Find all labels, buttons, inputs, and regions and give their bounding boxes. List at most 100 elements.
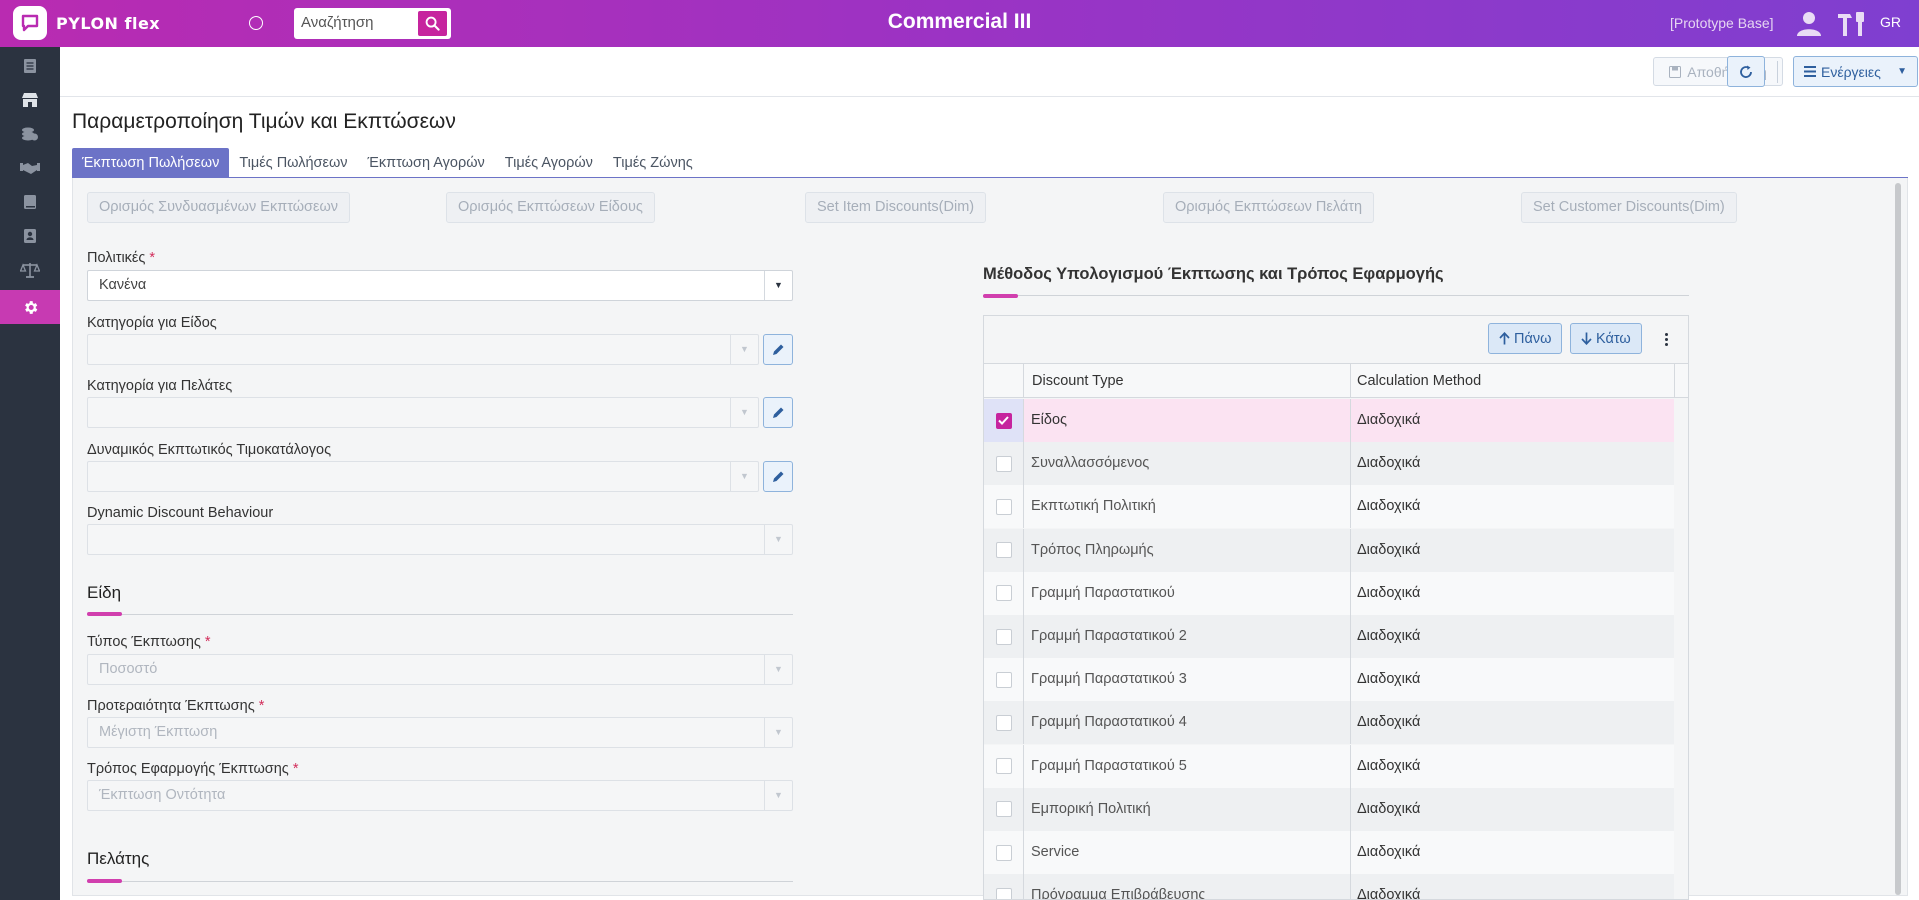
table-row[interactable]: Είδος Διαδοχικά (984, 399, 1674, 442)
row-select-cell[interactable] (984, 831, 1024, 874)
pencil-icon (772, 344, 783, 355)
row-checkbox[interactable] (995, 887, 1012, 899)
sidebar-item-partners[interactable] (0, 151, 60, 185)
cell-discount-type: Γραμμή Παραστατικού 3 (1031, 671, 1187, 688)
cell-discount-type: Τρόπος Πληρωμής (1031, 541, 1154, 558)
gear-icon (24, 300, 37, 314)
customer-discounts-button[interactable]: Ορισμός Εκπτώσεων Πελάτη (1163, 192, 1375, 223)
tab-purchase-prices[interactable]: Τιμές Αγορών (495, 148, 603, 178)
language-selector[interactable]: GR (1880, 14, 1901, 30)
row-checkbox[interactable] (995, 844, 1012, 861)
tab-sales-prices[interactable]: Τιμές Πωλήσεων (229, 148, 357, 178)
row-select-cell[interactable] (984, 399, 1024, 442)
sidebar-item-contacts[interactable] (0, 219, 60, 253)
sidebar-item-store[interactable] (0, 83, 60, 117)
combined-discounts-button[interactable]: Ορισμός Συνδυασμένων Εκπτώσεων (87, 192, 351, 223)
row-select-cell[interactable] (984, 571, 1024, 615)
row-checkbox[interactable] (995, 455, 1012, 472)
table-row[interactable]: Γραμμή Παραστατικού 3 Διαδοχικά (984, 658, 1674, 702)
edit-item-category-button[interactable] (763, 334, 793, 365)
tab-purchase-discount[interactable]: Έκπτωση Αγορών (358, 148, 495, 178)
chevron-down-icon: ▼ (730, 462, 758, 491)
edit-dynamic-pricelist-button[interactable] (763, 461, 793, 492)
table-row[interactable]: Πρόγραμμα Επιβράβευσης Διαδοχικά (984, 874, 1674, 900)
row-select-cell[interactable] (984, 744, 1024, 788)
dynamic-behaviour-label: Dynamic Discount Behaviour (87, 505, 274, 521)
tools-icon[interactable] (1836, 10, 1870, 40)
col-header-discount-type[interactable]: Discount Type (1032, 373, 1124, 389)
row-select-cell[interactable] (984, 485, 1024, 529)
dynamic-behaviour-select[interactable]: ▼ (87, 524, 793, 555)
logo-icon (13, 6, 47, 40)
row-checkbox[interactable] (995, 585, 1012, 602)
search-input[interactable] (294, 8, 414, 37)
table-row[interactable]: Γραμμή Παραστατικού 4 Διαδοχικά (984, 701, 1674, 745)
row-select-cell[interactable] (984, 658, 1024, 702)
cell-calc-method: Διαδοχικά (1357, 671, 1421, 688)
more-options-icon[interactable] (1658, 328, 1674, 350)
edit-customer-category-button[interactable] (763, 397, 793, 428)
item-discounts-dim-button[interactable]: Set Item Discounts(Dim) (805, 192, 987, 223)
chevron-down-icon: ▼ (764, 271, 792, 300)
store-icon (22, 93, 38, 107)
row-checkbox[interactable] (995, 628, 1012, 645)
item-discounts-button[interactable]: Ορισμός Εκπτώσεων Είδους (446, 192, 655, 223)
row-checkbox[interactable] (995, 498, 1012, 515)
row-checkbox[interactable] (995, 671, 1012, 688)
app-logo[interactable]: PYLON flex (13, 6, 160, 40)
row-checkbox[interactable] (995, 542, 1012, 559)
policies-select[interactable]: Κανένα ▼ (87, 270, 793, 301)
row-select-cell[interactable] (984, 787, 1024, 831)
calc-method-accent (983, 294, 1018, 298)
col-header-calc-method[interactable]: Calculation Method (1357, 373, 1481, 389)
move-up-button[interactable]: Πάνω (1488, 323, 1563, 354)
table-row[interactable]: Service Διαδοχικά (984, 831, 1674, 874)
search-button[interactable] (418, 11, 447, 36)
user-icon[interactable] (1796, 10, 1822, 40)
cell-calc-method: Διαδοχικά (1357, 887, 1421, 900)
item-category-select[interactable]: ▼ (87, 334, 759, 365)
table-row[interactable]: Εκπτωτική Πολιτική Διαδοχικά (984, 485, 1674, 529)
sidebar-item-finance[interactable] (0, 117, 60, 151)
row-checkbox[interactable] (995, 714, 1012, 731)
table-row[interactable]: Τρόπος Πληρωμής Διαδοχικά (984, 528, 1674, 572)
sidebar-item-catalog[interactable] (0, 185, 60, 219)
select-all-cell[interactable] (984, 364, 1024, 398)
discount-apply-select[interactable]: Έκπτωση Οντότητα ▼ (87, 780, 793, 811)
move-down-button[interactable]: Κάτω (1570, 323, 1642, 354)
table-row[interactable]: Γραμμή Παραστατικού Διαδοχικά (984, 571, 1674, 615)
logo-text: PYLON flex (56, 13, 161, 33)
item-category-label: Κατηγορία για Είδος (87, 315, 217, 331)
refresh-button[interactable] (1727, 56, 1765, 87)
row-select-cell[interactable] (984, 701, 1024, 745)
toolbar-separator (1777, 61, 1778, 83)
customer-category-select[interactable]: ▼ (87, 397, 759, 428)
tab-zone-prices[interactable]: Τιμές Ζώνης (603, 148, 703, 178)
dynamic-pricelist-select[interactable]: ▼ (87, 461, 759, 492)
search-icon (425, 16, 440, 31)
table-row[interactable]: Γραμμή Παραστατικού 5 Διαδοχικά (984, 744, 1674, 788)
vertical-scrollbar[interactable] (1895, 183, 1901, 895)
sidebar-item-documents[interactable] (0, 49, 60, 83)
tab-sales-discount[interactable]: Έκπτωση Πωλήσεων (72, 148, 230, 178)
actions-dropdown-button[interactable]: Ενέργειες ▼ (1793, 56, 1918, 87)
floppy-icon (1669, 65, 1682, 78)
row-checkbox[interactable] (995, 801, 1012, 818)
row-checkbox[interactable] (995, 758, 1012, 775)
row-select-cell[interactable] (984, 874, 1024, 899)
sidebar-item-settings[interactable] (0, 290, 60, 324)
discount-type-select[interactable]: Ποσοστό ▼ (87, 654, 793, 685)
row-select-cell[interactable] (984, 615, 1024, 658)
row-checkbox[interactable] (995, 412, 1012, 429)
status-circle-icon[interactable] (249, 16, 263, 30)
discount-priority-select[interactable]: Μέγιστη Έκπτωση ▼ (87, 717, 793, 748)
row-select-cell[interactable] (984, 442, 1024, 486)
chevron-down-icon: ▼ (730, 398, 758, 427)
table-row[interactable]: Εμπορική Πολιτική Διαδοχικά (984, 787, 1674, 831)
row-select-cell[interactable] (984, 528, 1024, 572)
table-row[interactable]: Συναλλασσόμενος Διαδοχικά (984, 442, 1674, 486)
move-up-label: Πάνω (1514, 330, 1552, 347)
customer-discounts-dim-button[interactable]: Set Customer Discounts(Dim) (1521, 192, 1737, 223)
table-row[interactable]: Γραμμή Παραστατικού 2 Διαδοχικά (984, 615, 1674, 658)
sidebar-item-legal[interactable] (0, 253, 60, 287)
